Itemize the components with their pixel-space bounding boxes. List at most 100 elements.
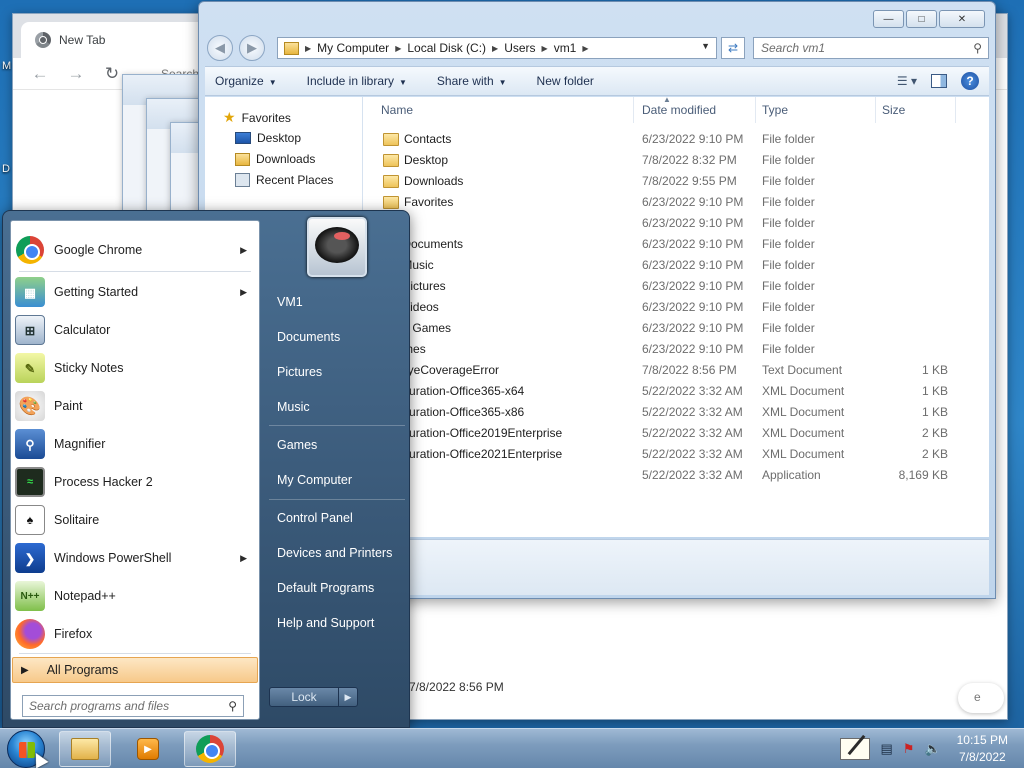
include-in-library-button[interactable]: Include in library ▼ <box>307 74 407 88</box>
action-center-icon[interactable]: ⚑ <box>903 741 915 757</box>
file-row[interactable]: Contacts 6/23/2022 9:10 PM File folder <box>363 129 989 150</box>
volume-icon[interactable]: 🔈 <box>924 741 940 757</box>
submenu-arrow-icon[interactable]: ▶ <box>240 553 247 564</box>
address-dropdown-icon[interactable]: ▼ <box>701 41 710 51</box>
file-row[interactable]: My Videos 6/23/2022 9:10 PM File folder <box>363 297 989 318</box>
help-icon[interactable]: ? <box>961 72 979 90</box>
forward-icon[interactable]: ▶ <box>239 35 265 61</box>
lock-button[interactable]: Lock <box>269 687 339 707</box>
start-item-control-panel[interactable]: Control Panel <box>277 511 353 525</box>
back-icon[interactable]: ← <box>27 61 53 87</box>
column-header-type[interactable]: Type <box>756 97 876 123</box>
file-row[interactable]: onfiguration-Office365-x64 5/22/2022 3:32… <box>363 381 989 402</box>
breadcrumb-item[interactable]: Local Disk (C:) <box>407 41 486 55</box>
clock[interactable]: 10:15 PM 7/8/2022 <box>951 732 1014 766</box>
page-bubble[interactable]: e <box>958 683 1004 713</box>
start-item-default-programs[interactable]: Default Programs <box>277 581 374 595</box>
file-row[interactable]: My Pictures 6/23/2022 9:10 PM File folder <box>363 276 989 297</box>
file-type: XML Document <box>762 384 845 398</box>
start-item-devices-printers[interactable]: Devices and Printers <box>277 546 392 560</box>
start-item-pictures[interactable]: Pictures <box>277 365 322 379</box>
column-header-date[interactable]: Date modified <box>636 97 756 123</box>
taskbar-explorer[interactable] <box>59 731 111 767</box>
start-search-input[interactable]: Search programs and files ⚲ <box>22 695 244 717</box>
breadcrumb-item[interactable]: My Computer <box>317 41 389 55</box>
program-notepadpp[interactable]: N++ Notepad++ <box>11 577 259 615</box>
file-size: 8,169 KB <box>898 468 948 482</box>
address-bar[interactable]: ▶ My Computer ▶ Local Disk (C:) ▶ Users … <box>277 37 717 59</box>
program-google-chrome[interactable]: Google Chrome ▶ <box>11 231 259 269</box>
column-header-size[interactable]: Size <box>876 97 956 123</box>
file-row[interactable]: Downloads 7/8/2022 9:55 PM File folder <box>363 171 989 192</box>
share-with-button[interactable]: Share with ▼ <box>437 74 507 88</box>
file-row[interactable]: ullseyeCoverageError 7/8/2022 8:56 PM Text… <box>363 360 989 381</box>
refresh-icon[interactable]: ⇄ <box>721 37 745 59</box>
file-row[interactable]: My Documents 6/23/2022 9:10 PM File folder <box>363 234 989 255</box>
start-item-games[interactable]: Games <box>277 438 317 452</box>
program-sticky-notes[interactable]: ✎ Sticky Notes <box>11 349 259 387</box>
start-item-my-computer[interactable]: My Computer <box>277 473 352 487</box>
file-row[interactable]: My Music6/23/2022 9:10 PMFile folder <box>363 255 989 276</box>
new-folder-button[interactable]: New folder <box>537 74 594 88</box>
file-row[interactable]: earches6/23/2022 9:10 PMFile folder <box>363 339 989 360</box>
search-input[interactable]: Search vm1 ⚲ <box>753 37 989 59</box>
program-calculator[interactable]: ⊞ Calculator <box>11 311 259 349</box>
minimize-button[interactable]: — <box>873 10 904 28</box>
program-paint[interactable]: 🎨 Paint <box>11 387 259 425</box>
breadcrumb-separator-icon[interactable]: ▶ <box>305 44 311 53</box>
file-row[interactable]: onfiguration-Office365-x86 5/22/2022 3:32… <box>363 402 989 423</box>
start-item-music[interactable]: Music <box>277 400 310 414</box>
desktop-icon-label-fragment[interactable]: M <box>2 60 11 72</box>
file-row[interactable]: onfiguration-Office2019Enterprise 5/22/20… <box>363 423 989 444</box>
forward-icon[interactable]: → <box>63 61 89 87</box>
back-icon[interactable]: ◀ <box>207 35 233 61</box>
taskbar-media-player[interactable]: ▶ <box>122 731 174 767</box>
file-row[interactable]: onfiguration-Office2021Enterprise 5/22/20… <box>363 444 989 465</box>
search-icon[interactable]: ⚲ <box>228 699 237 713</box>
program-magnifier[interactable]: ⚲ Magnifier <box>11 425 259 463</box>
breadcrumb-item[interactable]: Users <box>504 41 535 55</box>
program-windows-powershell[interactable]: ❯ Windows PowerShell ▶ <box>11 539 259 577</box>
file-row[interactable]: inks6/23/2022 9:10 PMFile folder <box>363 213 989 234</box>
close-button[interactable]: ✕ <box>939 10 985 28</box>
start-item-documents[interactable]: Documents <box>277 330 340 344</box>
nav-desktop[interactable]: Desktop <box>235 131 301 145</box>
file-date: 5/22/2022 3:32 AM <box>642 468 743 482</box>
program-firefox[interactable]: Firefox <box>11 615 259 653</box>
start-item-help-support[interactable]: Help and Support <box>277 616 374 630</box>
file-date: 5/22/2022 3:32 AM <box>642 405 743 419</box>
submenu-arrow-icon[interactable]: ▶ <box>240 245 247 256</box>
column-header-name[interactable]: Name <box>375 97 634 123</box>
start-item-user[interactable]: VM1 <box>277 295 303 309</box>
file-row[interactable]: etup5/22/2022 3:32 AMApplication8,169 KB <box>363 465 989 486</box>
breadcrumb-separator-icon[interactable]: ▶ <box>582 44 588 53</box>
preview-pane-icon[interactable] <box>931 74 947 88</box>
breadcrumb-separator-icon[interactable]: ▶ <box>492 44 498 53</box>
file-row[interactable]: aved Games 6/23/2022 9:10 PM File folder <box>363 318 989 339</box>
program-process-hacker[interactable]: ≈ Process Hacker 2 <box>11 463 259 501</box>
nav-downloads[interactable]: Downloads <box>235 152 315 166</box>
program-getting-started[interactable]: ▦ Getting Started ▶ <box>11 273 259 311</box>
shutdown-options-icon[interactable]: ▶ <box>338 687 358 707</box>
breadcrumb-separator-icon[interactable]: ▶ <box>542 44 548 53</box>
folder-icon <box>383 195 399 209</box>
sticky-notes-icon: ✎ <box>15 353 45 383</box>
breadcrumb-separator-icon[interactable]: ▶ <box>395 44 401 53</box>
network-icon[interactable]: ▤ <box>880 741 892 757</box>
maximize-button[interactable]: □ <box>906 10 937 28</box>
file-row[interactable]: Desktop 7/8/2022 8:32 PM File folder <box>363 150 989 171</box>
organize-button[interactable]: Organize ▼ <box>215 74 277 88</box>
file-row[interactable]: Favorites 6/23/2022 9:10 PM File folder <box>363 192 989 213</box>
nav-favorites[interactable]: ★ Favorites <box>223 109 291 126</box>
program-solitaire[interactable]: ♠ Solitaire <box>11 501 259 539</box>
change-view-icon[interactable]: ☰ ▾ <box>897 74 917 88</box>
nav-recent-places[interactable]: Recent Places <box>235 173 333 187</box>
desktop-icon-label-fragment[interactable]: D <box>2 163 10 175</box>
search-icon[interactable]: ⚲ <box>973 41 982 55</box>
submenu-arrow-icon[interactable]: ▶ <box>240 287 247 298</box>
notepad-tray-icon[interactable] <box>840 738 871 760</box>
taskbar-chrome[interactable] <box>184 731 236 767</box>
all-programs-button[interactable]: ▶ All Programs <box>12 657 258 683</box>
user-avatar[interactable] <box>307 217 367 277</box>
breadcrumb-item[interactable]: vm1 <box>554 41 577 55</box>
